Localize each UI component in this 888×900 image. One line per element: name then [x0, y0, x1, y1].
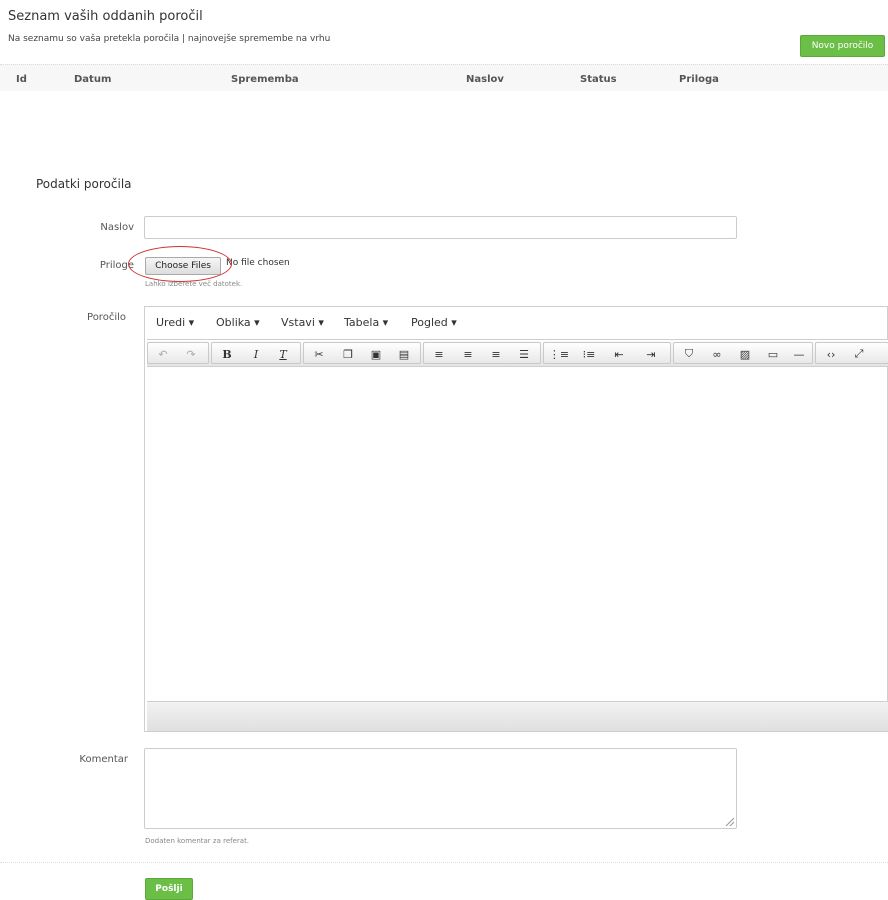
- column-header-attachment[interactable]: Priloga: [679, 74, 719, 85]
- form-divider: [0, 862, 888, 863]
- reports-table-header: Id Datum Sprememba Naslov Status Priloga: [0, 64, 888, 91]
- outdent-icon[interactable]: ⇤: [608, 346, 630, 362]
- undo-icon[interactable]: ↶: [152, 346, 174, 362]
- new-report-button[interactable]: Novo poročilo: [800, 35, 885, 57]
- image-icon[interactable]: ▨: [734, 346, 756, 362]
- align-center-icon[interactable]: ≡: [457, 346, 479, 362]
- menu-insert[interactable]: Vstavi ▾: [281, 316, 324, 329]
- toolbar-group-tools: ‹› ⤢: [815, 342, 888, 364]
- editor-menubar: Uredi ▾ Oblika ▾ Vstavi ▾ Tabela ▾ Pogle…: [145, 307, 887, 337]
- bold-icon[interactable]: B: [216, 346, 238, 362]
- comment-help: Dodaten komentar za referat.: [145, 837, 250, 845]
- no-file-text: No file chosen: [226, 258, 290, 268]
- comment-label: Komentar: [79, 754, 128, 765]
- toolbar-group-history: ↶ ↷: [147, 342, 209, 364]
- redo-icon[interactable]: ↷: [180, 346, 202, 362]
- toolbar-group-clipboard: ✂ ❐ ▣ ▤: [303, 342, 421, 364]
- title-label: Naslov: [100, 222, 134, 233]
- code-icon[interactable]: ‹›: [820, 346, 842, 362]
- media-icon[interactable]: ▭: [762, 346, 784, 362]
- title-input[interactable]: [144, 216, 737, 239]
- indent-icon[interactable]: ⇥: [640, 346, 662, 362]
- bullet-list-icon[interactable]: ⋮≡: [548, 346, 570, 362]
- menu-view[interactable]: Pogled ▾: [411, 316, 457, 329]
- column-header-id[interactable]: Id: [16, 74, 27, 85]
- editor-toolbar: ↶ ↷ B I T ✂ ❐ ▣ ▤ ≡ ≡ ≡ ☰ ⋮≡ ⁝≡ ⇤ ⇥ ⛉ ∞: [147, 339, 888, 367]
- editor-content-area[interactable]: [147, 367, 888, 701]
- align-justify-icon[interactable]: ☰: [513, 346, 535, 362]
- attachments-help: Lahko izberete več datotek.: [145, 280, 243, 288]
- column-header-date[interactable]: Datum: [74, 74, 111, 85]
- report-label: Poročilo: [87, 312, 126, 323]
- bookmark-icon[interactable]: ⛉: [678, 346, 700, 362]
- menu-format[interactable]: Oblika ▾: [216, 316, 260, 329]
- comment-textarea[interactable]: [144, 748, 737, 829]
- submit-button[interactable]: Pošlji: [145, 878, 193, 900]
- toolbar-group-format: B I T: [211, 342, 301, 364]
- page-title: Seznam vaših oddanih poročil: [8, 9, 203, 24]
- toolbar-group-lists: ⋮≡ ⁝≡ ⇤ ⇥: [543, 342, 671, 364]
- toolbar-group-insert: ⛉ ∞ ▨ ▭ —: [673, 342, 813, 364]
- copy-icon[interactable]: ❐: [337, 346, 359, 362]
- align-right-icon[interactable]: ≡: [485, 346, 507, 362]
- paste-text-icon[interactable]: ▤: [393, 346, 415, 362]
- choose-files-button[interactable]: Choose Files: [145, 257, 221, 275]
- menu-table[interactable]: Tabela ▾: [344, 316, 388, 329]
- column-header-status[interactable]: Status: [580, 74, 617, 85]
- fullscreen-icon[interactable]: ⤢: [848, 346, 870, 362]
- clear-format-icon[interactable]: T: [272, 346, 294, 362]
- resize-grip-icon[interactable]: [726, 818, 734, 826]
- menu-edit[interactable]: Uredi ▾: [156, 316, 194, 329]
- italic-icon[interactable]: I: [245, 346, 267, 362]
- link-icon[interactable]: ∞: [706, 346, 728, 362]
- attachments-label: Priloge: [99, 260, 134, 271]
- hr-icon[interactable]: —: [788, 346, 810, 362]
- form-section-title: Podatki poročila: [36, 177, 132, 191]
- paste-icon[interactable]: ▣: [365, 346, 387, 362]
- column-header-title[interactable]: Naslov: [466, 74, 504, 85]
- toolbar-group-align: ≡ ≡ ≡ ☰: [423, 342, 541, 364]
- align-left-icon[interactable]: ≡: [428, 346, 450, 362]
- column-header-change[interactable]: Sprememba: [231, 74, 299, 85]
- page-subtitle: Na seznamu so vaša pretekla poročila | n…: [8, 34, 331, 44]
- numbered-list-icon[interactable]: ⁝≡: [578, 346, 600, 362]
- cut-icon[interactable]: ✂: [308, 346, 330, 362]
- editor-statusbar: [147, 701, 888, 731]
- rich-text-editor: Uredi ▾ Oblika ▾ Vstavi ▾ Tabela ▾ Pogle…: [144, 306, 888, 732]
